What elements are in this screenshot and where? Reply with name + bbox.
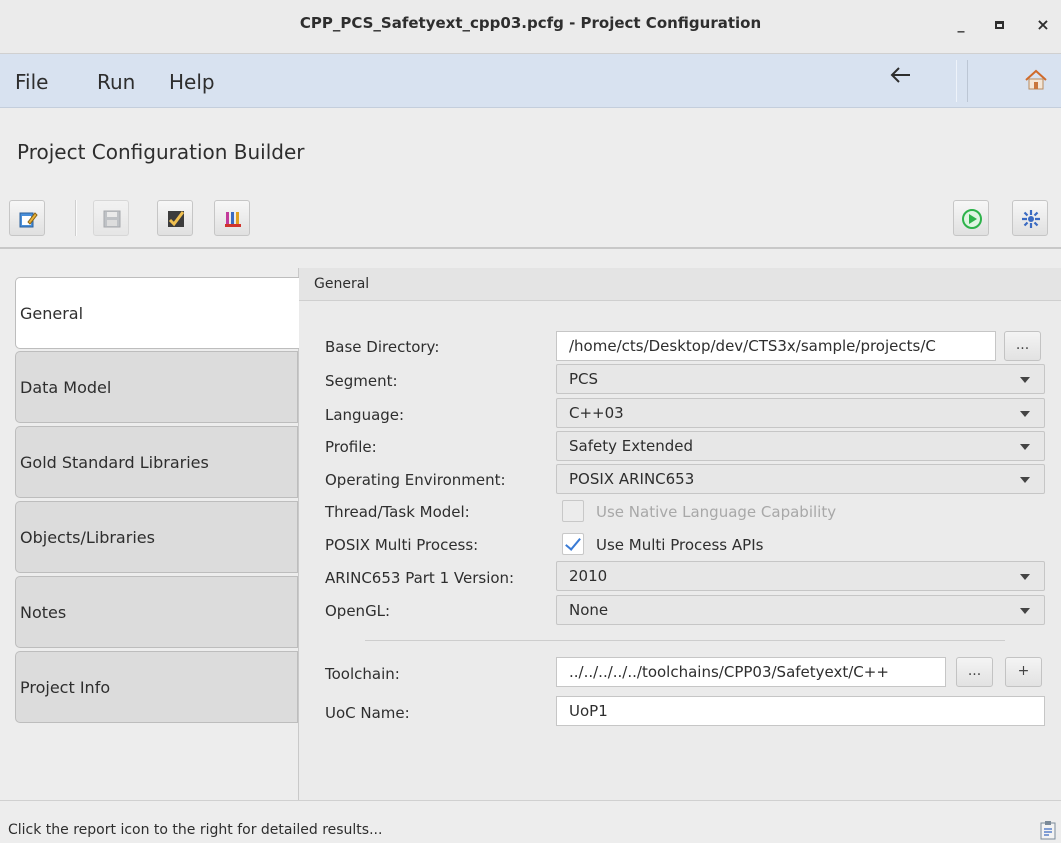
- profile-value: Safety Extended: [569, 437, 693, 455]
- maximize-button[interactable]: [988, 14, 1010, 36]
- base-directory-input[interactable]: /home/cts/Desktop/dev/CTS3x/sample/proje…: [556, 331, 996, 361]
- settings-icon: [1022, 210, 1040, 228]
- tab-notes[interactable]: Notes: [15, 576, 298, 648]
- profile-select[interactable]: Safety Extended: [556, 431, 1045, 461]
- tab-label: Notes: [20, 603, 67, 622]
- tab-label: Objects/Libraries: [20, 528, 155, 547]
- native-language-checkbox[interactable]: [562, 500, 584, 522]
- general-panel: General Base Directory: /home/cts/Deskto…: [298, 268, 1061, 800]
- tab-general[interactable]: General: [15, 277, 299, 349]
- tab-label: General: [20, 304, 84, 323]
- menu-separator: [956, 60, 968, 102]
- save-icon: [103, 210, 121, 228]
- back-arrow-icon[interactable]: [890, 64, 912, 92]
- menu-file[interactable]: File: [15, 70, 48, 94]
- opengl-label: OpenGL:: [325, 602, 391, 620]
- chevron-down-icon: [1020, 608, 1030, 614]
- builder-title: Project Configuration Builder: [17, 140, 305, 164]
- language-value: C++03: [569, 404, 624, 422]
- operating-environment-label: Operating Environment:: [325, 471, 506, 489]
- tab-objects-libraries[interactable]: Objects/Libraries: [15, 501, 298, 573]
- tab-project-info[interactable]: Project Info: [15, 651, 298, 723]
- toolchain-input[interactable]: ../../../../../toolchains/CPP03/Safetyex…: [556, 657, 946, 687]
- language-select[interactable]: C++03: [556, 398, 1045, 428]
- run-icon: [962, 209, 982, 229]
- operating-environment-select[interactable]: POSIX ARINC653: [556, 464, 1045, 494]
- thread-task-model-label: Thread/Task Model:: [325, 503, 470, 521]
- edit-button[interactable]: [9, 200, 45, 236]
- chevron-down-icon: [1020, 477, 1030, 483]
- title-bar: CPP_PCS_Safetyext_cpp03.pcfg - Project C…: [0, 0, 1061, 54]
- edit-icon: [19, 212, 38, 228]
- menu-run[interactable]: Run: [97, 70, 135, 94]
- save-button[interactable]: [93, 200, 129, 236]
- base-directory-browse-button[interactable]: ...: [1004, 331, 1041, 361]
- uoc-name-input[interactable]: UoP1: [556, 696, 1045, 726]
- home-icon[interactable]: [1024, 68, 1048, 92]
- validate-button[interactable]: [157, 200, 193, 236]
- segment-select[interactable]: PCS: [556, 364, 1045, 394]
- chevron-down-icon: [1020, 444, 1030, 450]
- toolbar-separator: [75, 200, 77, 236]
- chevron-down-icon: [1020, 411, 1030, 417]
- panel-header-title: General: [314, 276, 370, 292]
- tab-label: Data Model: [20, 378, 112, 397]
- toolchain-add-button[interactable]: +: [1005, 657, 1042, 687]
- opengl-select[interactable]: None: [556, 595, 1045, 625]
- panel-header: General: [299, 268, 1061, 301]
- validate-icon: [168, 211, 185, 227]
- close-button[interactable]: ×: [1032, 14, 1054, 36]
- arinc653-version-label: ARINC653 Part 1 Version:: [325, 569, 515, 587]
- language-label: Language:: [325, 406, 405, 424]
- operating-environment-value: POSIX ARINC653: [569, 470, 695, 488]
- report-chart-button[interactable]: [214, 200, 250, 236]
- menu-bar: File Run Help: [0, 54, 1061, 108]
- menu-help[interactable]: Help: [169, 70, 215, 94]
- segment-value: PCS: [569, 370, 599, 388]
- toolchain-label: Toolchain:: [325, 665, 400, 683]
- segment-label: Segment:: [325, 372, 398, 390]
- tab-data-model[interactable]: Data Model: [15, 351, 298, 423]
- minimize-button[interactable]: _: [950, 14, 972, 36]
- run-button[interactable]: [953, 200, 989, 236]
- multi-process-checkbox[interactable]: [562, 533, 584, 555]
- toolbar: [0, 191, 1061, 249]
- tab-gold-standard-libraries[interactable]: Gold Standard Libraries: [15, 426, 298, 498]
- tab-label: Project Info: [20, 678, 111, 697]
- profile-label: Profile:: [325, 438, 377, 456]
- posix-multi-process-label: POSIX Multi Process:: [325, 536, 479, 554]
- chevron-down-icon: [1020, 574, 1030, 580]
- section-divider: [365, 640, 1005, 641]
- window-title: CPP_PCS_Safetyext_cpp03.pcfg - Project C…: [299, 14, 762, 32]
- status-bar: Click the report icon to the right for d…: [0, 800, 1061, 843]
- arinc653-version-select[interactable]: 2010: [556, 561, 1045, 591]
- opengl-value: None: [569, 601, 609, 619]
- toolchain-browse-button[interactable]: ...: [956, 657, 993, 687]
- base-directory-label: Base Directory:: [325, 338, 440, 356]
- chevron-down-icon: [1020, 377, 1030, 383]
- uoc-name-label: UoC Name:: [325, 704, 410, 722]
- tab-label: Gold Standard Libraries: [20, 453, 209, 472]
- native-language-checkbox-label: Use Native Language Capability: [596, 503, 837, 521]
- multi-process-checkbox-label: Use Multi Process APIs: [596, 536, 764, 554]
- status-message: Click the report icon to the right for d…: [8, 822, 383, 838]
- arinc653-version-value: 2010: [569, 567, 608, 585]
- maximize-icon: [994, 21, 1004, 29]
- settings-button[interactable]: [1012, 200, 1048, 236]
- report-chart-icon: [225, 212, 241, 227]
- clipboard-report-icon[interactable]: [1040, 820, 1056, 843]
